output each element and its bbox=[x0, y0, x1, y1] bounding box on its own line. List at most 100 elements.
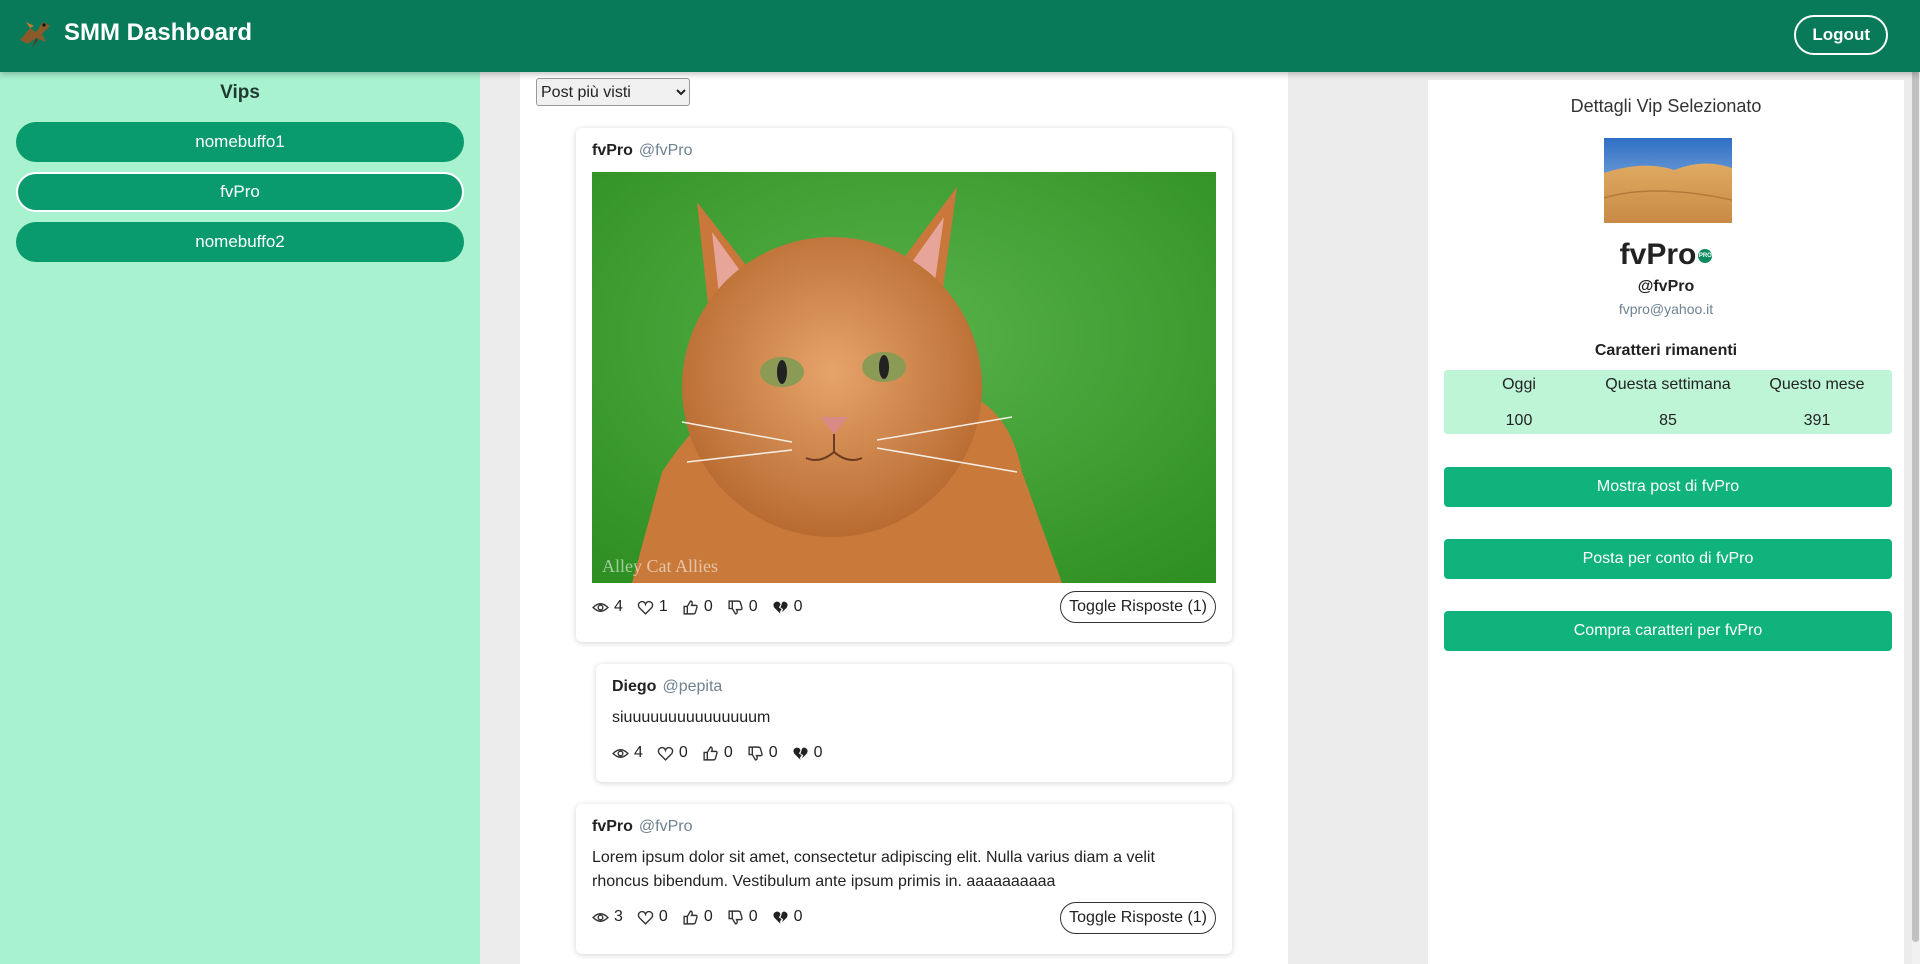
downvote-stat[interactable]: 0 bbox=[727, 908, 758, 926]
sidebar-title: Vips bbox=[220, 82, 260, 103]
post-header: Diego @pepita bbox=[612, 678, 722, 696]
post-card: fvPro @fvPro Lorem ipsum dolor sit amet, … bbox=[576, 804, 1232, 954]
downvotes-count: 0 bbox=[768, 744, 778, 761]
post-stats: 4 1 0 0 0 bbox=[592, 598, 817, 616]
chars-col-month: Questo mese 391 bbox=[1742, 370, 1892, 430]
app-title: SMM Dashboard bbox=[64, 19, 253, 46]
views-stat: 3 bbox=[592, 908, 623, 926]
pro-badge-icon: PRO bbox=[1698, 249, 1713, 264]
post-handle[interactable]: @pepita bbox=[662, 678, 722, 695]
post-header: fvPro @fvPro bbox=[592, 142, 693, 160]
vip-item-fvpro[interactable]: fvPro bbox=[16, 172, 464, 212]
like-stat[interactable]: 0 bbox=[657, 744, 688, 762]
chars-title: Caratteri rimanenti bbox=[1594, 342, 1738, 359]
vip-list: nomebuffo1 fvPro nomebuffo2 bbox=[0, 122, 480, 262]
post-text: siuuuuuuuuuuuuuuum bbox=[612, 709, 771, 726]
chars-label: Oggi bbox=[1502, 376, 1536, 393]
thumbs-down-icon[interactable] bbox=[727, 909, 744, 926]
post-handle[interactable]: @fvPro bbox=[639, 142, 693, 159]
post-text-line: rhoncus bibendum. Vestibulum ante ipsum … bbox=[592, 873, 1056, 890]
views-count: 4 bbox=[634, 744, 643, 761]
top-header: SMM Dashboard Logout bbox=[0, 0, 1920, 72]
views-stat: 4 bbox=[592, 598, 623, 616]
sort-select[interactable]: Post più visti bbox=[536, 78, 690, 106]
vip-item-nomebuffo1[interactable]: nomebuffo1 bbox=[16, 122, 464, 162]
heart-icon[interactable] bbox=[637, 909, 654, 926]
likes-count: 1 bbox=[658, 598, 668, 615]
desert-photo bbox=[1604, 138, 1732, 223]
downvotes-count: 0 bbox=[748, 908, 758, 925]
upvotes-count: 0 bbox=[703, 598, 713, 615]
dislikes-count: 0 bbox=[793, 908, 803, 925]
reply-card: Diego @pepita siuuuuuuuuuuuuuuum 4 0 0 0 bbox=[596, 664, 1232, 782]
logout-button[interactable]: Logout bbox=[1794, 15, 1888, 55]
upvotes-count: 0 bbox=[723, 744, 733, 761]
watermark-text: Alley Cat Allies bbox=[602, 556, 718, 576]
post-image: Alley Cat Allies bbox=[592, 172, 1216, 583]
downvote-stat[interactable]: 0 bbox=[747, 744, 778, 762]
vip-email: fvpro@yahoo.it bbox=[1618, 301, 1714, 317]
toggle-replies-button[interactable]: Toggle Risposte (1) bbox=[1060, 591, 1216, 623]
likes-count: 0 bbox=[658, 908, 668, 925]
likes-count: 0 bbox=[678, 744, 688, 761]
thumbs-up-icon[interactable] bbox=[682, 909, 699, 926]
dislike-stat[interactable]: 0 bbox=[772, 908, 803, 926]
dislike-stat[interactable]: 0 bbox=[792, 744, 823, 762]
post-for-vip-button[interactable]: Posta per conto di fvPro bbox=[1444, 539, 1892, 579]
upvote-stat[interactable]: 0 bbox=[682, 908, 713, 926]
details-title: Dettagli Vip Selezionato bbox=[1570, 96, 1762, 116]
broken-heart-icon[interactable] bbox=[792, 745, 809, 762]
broken-heart-icon[interactable] bbox=[772, 599, 789, 616]
thumbs-down-icon[interactable] bbox=[727, 599, 744, 616]
vip-details-panel: Dettagli Vip Selezionato fvPro PRO @fvPro… bbox=[1428, 80, 1904, 964]
dislike-stat[interactable]: 0 bbox=[772, 598, 803, 616]
post-feed: Post più visti fvPro @fvPro Alley Cat Al… bbox=[520, 72, 1288, 964]
chars-col-today: Oggi 100 bbox=[1444, 370, 1594, 430]
post-author: fvPro bbox=[592, 142, 633, 159]
brand: SMM Dashboard bbox=[16, 14, 252, 52]
views-count: 3 bbox=[614, 908, 623, 925]
chars-label: Questo mese bbox=[1769, 376, 1865, 393]
show-posts-button[interactable]: Mostra post di fvPro bbox=[1444, 467, 1892, 507]
thumbs-up-icon[interactable] bbox=[702, 745, 719, 762]
post-stats: 4 0 0 0 0 bbox=[612, 744, 837, 762]
chars-value: 85 bbox=[1659, 412, 1677, 429]
bird-logo-icon bbox=[20, 22, 50, 48]
scrollbar-thumb[interactable] bbox=[1912, 6, 1919, 942]
heart-icon[interactable] bbox=[657, 745, 674, 762]
vip-sidebar: Vips nomebuffo1 fvPro nomebuffo2 bbox=[0, 72, 480, 964]
thumbs-up-icon[interactable] bbox=[682, 599, 699, 616]
post-header: fvPro @fvPro bbox=[592, 818, 693, 836]
post-text: Lorem ipsum dolor sit amet, consectetur … bbox=[592, 846, 1155, 894]
like-stat[interactable]: 0 bbox=[637, 908, 668, 926]
chars-value: 391 bbox=[1803, 412, 1831, 429]
views-count: 4 bbox=[614, 598, 623, 615]
thumbs-down-icon[interactable] bbox=[747, 745, 764, 762]
post-text-line: Lorem ipsum dolor sit amet, consectetur … bbox=[592, 849, 1155, 866]
dislikes-count: 0 bbox=[813, 744, 823, 761]
vip-avatar bbox=[1604, 138, 1732, 223]
eye-icon bbox=[592, 912, 609, 922]
toggle-replies-button[interactable]: Toggle Risposte (1) bbox=[1060, 902, 1216, 934]
vip-item-nomebuffo2[interactable]: nomebuffo2 bbox=[16, 222, 464, 262]
eye-icon bbox=[612, 748, 629, 758]
views-stat: 4 bbox=[612, 744, 643, 762]
post-stats: 3 0 0 0 0 bbox=[592, 908, 817, 926]
broken-heart-icon[interactable] bbox=[772, 909, 789, 926]
like-stat[interactable]: 1 bbox=[637, 598, 668, 616]
post-author: fvPro bbox=[592, 818, 633, 835]
upvote-stat[interactable]: 0 bbox=[702, 744, 733, 762]
upvotes-count: 0 bbox=[703, 908, 713, 925]
chars-label: Questa settimana bbox=[1605, 376, 1731, 393]
buy-chars-button[interactable]: Compra caratteri per fvPro bbox=[1444, 611, 1892, 651]
cat-photo: Alley Cat Allies bbox=[592, 172, 1216, 583]
chars-table: Oggi 100 Questa settimana 85 Questo mese… bbox=[1444, 370, 1892, 434]
post-handle[interactable]: @fvPro bbox=[639, 818, 693, 835]
heart-icon[interactable] bbox=[637, 599, 654, 616]
post-card: fvPro @fvPro Alley Cat Allies 4 1 0 0 0 … bbox=[576, 128, 1232, 642]
vip-name: fvPro PRO bbox=[1428, 238, 1904, 272]
downvotes-count: 0 bbox=[748, 598, 758, 615]
upvote-stat[interactable]: 0 bbox=[682, 598, 713, 616]
eye-icon bbox=[592, 602, 609, 612]
downvote-stat[interactable]: 0 bbox=[727, 598, 758, 616]
